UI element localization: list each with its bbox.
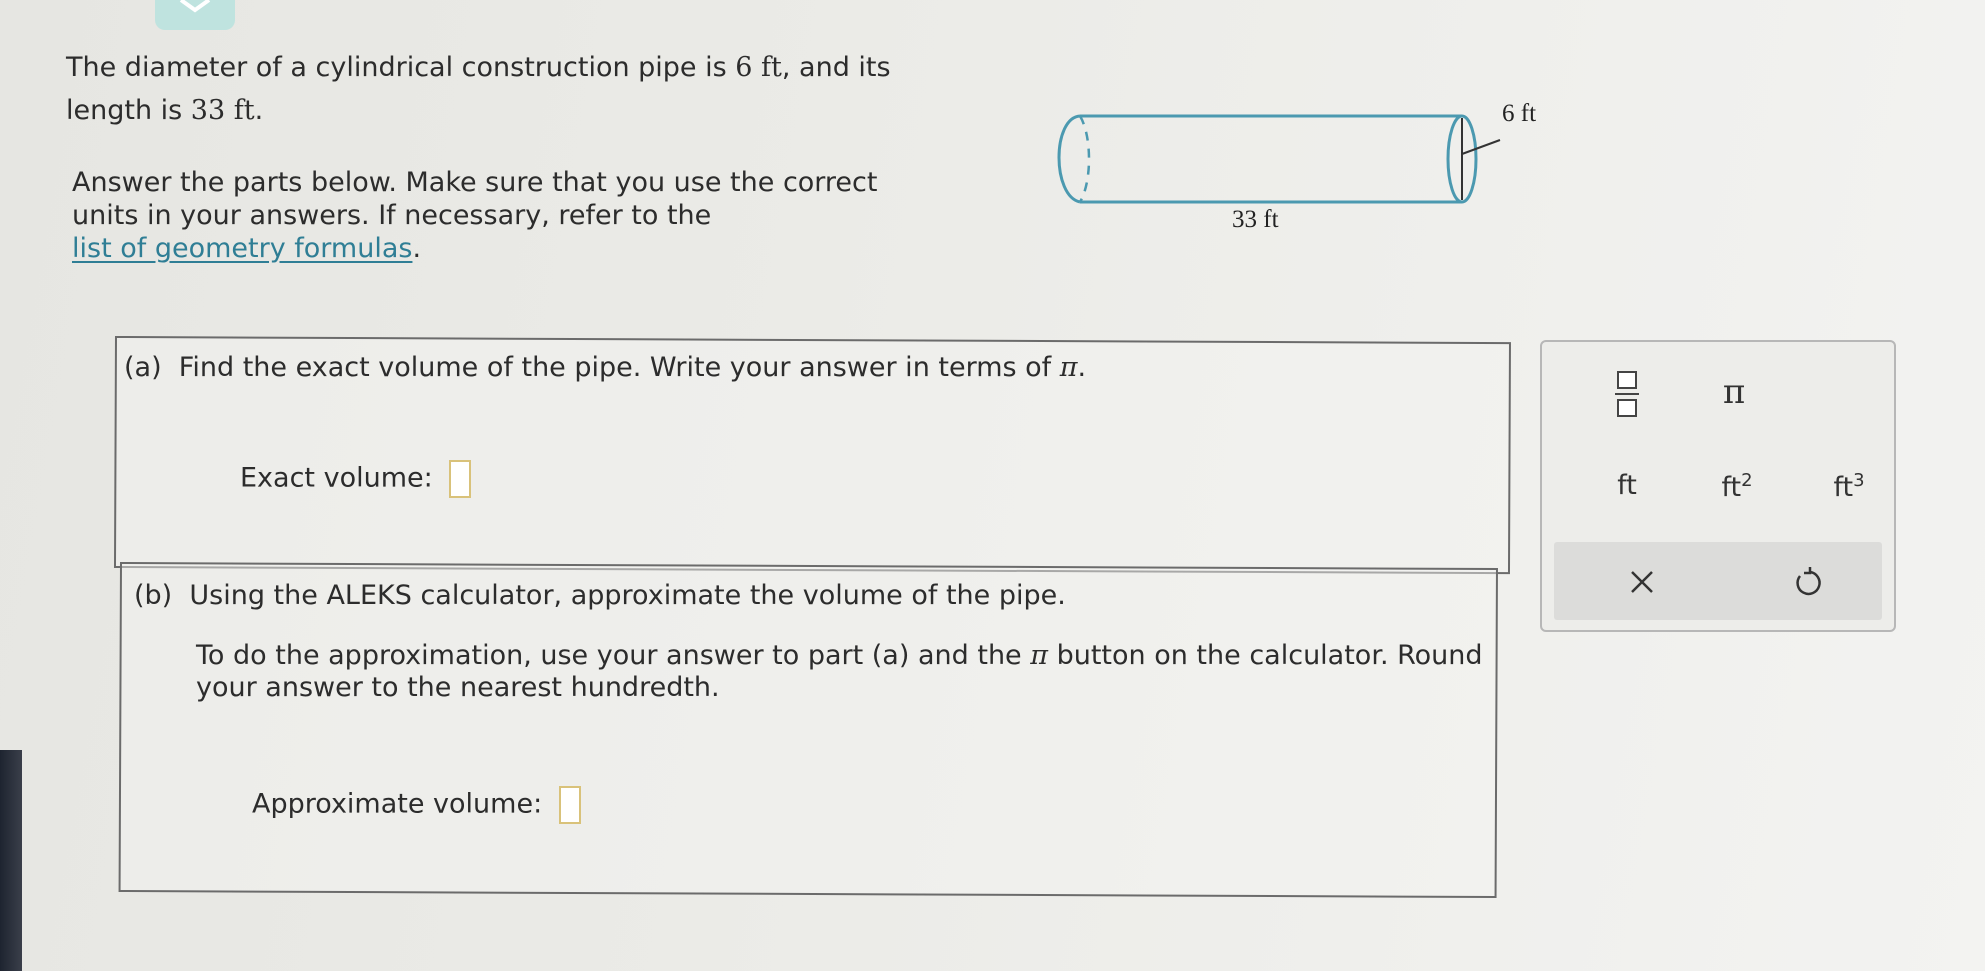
undo-button[interactable] — [1790, 564, 1830, 604]
instructions: Answer the parts below. Make sure that y… — [72, 167, 878, 264]
fraction-icon — [1615, 371, 1639, 417]
unit-ft3-button[interactable]: ft3 — [1814, 470, 1884, 503]
unit-ft-button[interactable]: ft — [1597, 470, 1657, 501]
part-b-detail: To do the approximation, use your answer… — [196, 640, 1483, 703]
undo-icon — [1796, 567, 1821, 596]
part-b-panel — [118, 562, 1498, 899]
math-keypad: π ft ft2 ft3 — [1540, 340, 1896, 632]
statement-line-2: length is 33 ft. — [66, 95, 264, 126]
pi-button[interactable]: π — [1704, 372, 1764, 422]
problem-statement: The diameter of a cylindrical constructi… — [66, 46, 926, 132]
statement-line-1: The diameter of a cylindrical constructi… — [66, 52, 891, 83]
screen-edge — [0, 750, 22, 971]
chevron-down-icon — [179, 0, 211, 13]
part-b-label: (b) — [134, 580, 173, 611]
length-value: 33 ft — [190, 95, 255, 126]
cylinder-figure — [1057, 114, 1501, 204]
keypad-action-bar — [1554, 542, 1882, 620]
unit-ft2-button[interactable]: ft2 — [1702, 470, 1772, 503]
part-a-label: (a) — [124, 352, 162, 383]
approx-volume-row: Approximate volume: — [252, 786, 581, 824]
clear-button[interactable] — [1624, 564, 1664, 604]
diameter-label: 6 ft — [1502, 100, 1537, 127]
approx-volume-input[interactable] — [558, 786, 581, 824]
exact-volume-row: Exact volume: — [240, 460, 472, 498]
approx-volume-label: Approximate volume: — [252, 788, 543, 820]
close-icon — [1631, 571, 1653, 593]
part-b-question: (b) Using the ALEKS calculator, approxim… — [134, 580, 1066, 611]
diameter-value: 6 ft — [735, 52, 782, 83]
geometry-formulas-link[interactable]: list of geometry formulas — [72, 233, 412, 264]
part-a-question: (a) Find the exact volume of the pipe. W… — [124, 352, 1087, 383]
check-answer-button[interactable] — [155, 0, 235, 30]
length-label: 33 ft — [1232, 206, 1279, 233]
exact-volume-label: Exact volume: — [240, 462, 433, 494]
cylinder-diagram: 6 ft 33 ft — [1040, 96, 1560, 233]
fraction-button[interactable] — [1597, 370, 1657, 420]
exact-volume-input[interactable] — [449, 460, 472, 498]
